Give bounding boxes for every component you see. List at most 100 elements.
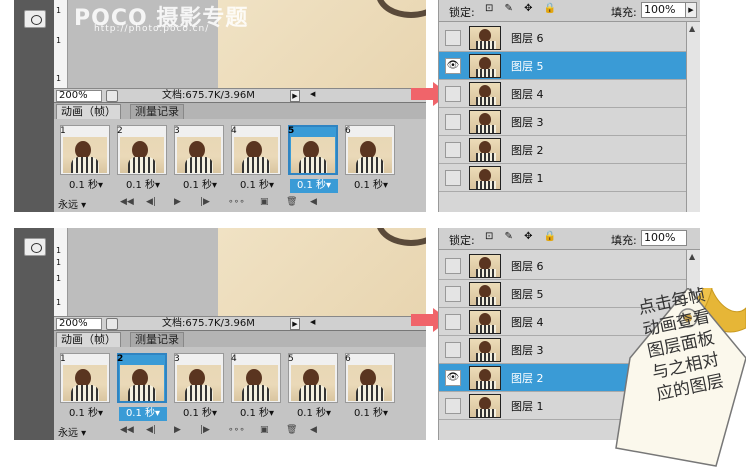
animation-frame[interactable]: 6 0.1 秒▾: [343, 125, 398, 193]
frame-thumbnail[interactable]: [63, 365, 107, 401]
layer-thumbnail: [469, 282, 501, 306]
animation-frame[interactable]: 1 0.1 秒▾: [58, 125, 113, 193]
scroll-left-icon[interactable]: ◀: [310, 90, 315, 98]
frame-delay-select[interactable]: 0.1 秒▾: [233, 407, 281, 421]
eye-icon[interactable]: [445, 314, 461, 330]
frame-delay-select[interactable]: 0.1 秒▾: [347, 407, 395, 421]
layer-row[interactable]: 图层 1: [439, 164, 687, 192]
eye-icon[interactable]: [445, 170, 461, 186]
prev-frame-icon[interactable]: ◀|: [146, 425, 156, 435]
doc-info: 文档:675.7K/3.96M: [162, 90, 255, 101]
animation-frame[interactable]: 3 0.1 秒▾: [172, 353, 227, 421]
zoom-icon[interactable]: [106, 90, 118, 102]
tween-icon[interactable]: ∘∘∘: [228, 197, 245, 207]
frame-thumbnail[interactable]: [348, 365, 392, 401]
tab-animation[interactable]: 动画（帧）: [56, 332, 121, 347]
fill-input[interactable]: 100%: [641, 230, 687, 246]
frame-thumbnail[interactable]: [291, 365, 335, 401]
status-play-icon[interactable]: ▶: [290, 318, 300, 330]
layer-row[interactable]: 图层 4: [439, 80, 687, 108]
frame-thumbnail[interactable]: [348, 137, 392, 173]
eye-icon[interactable]: [445, 86, 461, 102]
frame-thumbnail[interactable]: [120, 137, 164, 173]
animation-frame[interactable]: 2 0.1 秒▾: [115, 353, 170, 421]
prev-frame-icon[interactable]: ◀|: [146, 197, 156, 207]
play-icon[interactable]: ▶: [174, 197, 181, 207]
layer-row[interactable]: 图层 6: [439, 24, 687, 52]
trash-icon[interactable]: 🗑: [286, 197, 297, 207]
frame-delay-select[interactable]: 0.1 秒▾: [176, 407, 224, 421]
layer-row[interactable]: 图层 3: [439, 108, 687, 136]
tab-animation[interactable]: 动画（帧）: [56, 104, 121, 119]
layer-name: 图层 3: [511, 116, 544, 129]
camera-icon[interactable]: [24, 238, 46, 256]
eye-icon[interactable]: 👁: [445, 370, 461, 386]
scroll-left-icon[interactable]: ◀: [310, 318, 315, 326]
frame-thumbnail[interactable]: [234, 365, 278, 401]
eye-icon[interactable]: [445, 114, 461, 130]
frame-delay-select[interactable]: 0.1 秒▾: [119, 407, 167, 421]
frame-delay-select[interactable]: 0.1 秒▾: [290, 407, 338, 421]
layers-scrollbar[interactable]: [686, 22, 700, 212]
animation-frame[interactable]: 4 0.1 秒▾: [229, 353, 284, 421]
frame-thumbnail[interactable]: [291, 137, 335, 173]
animation-frame[interactable]: 4 0.1 秒▾: [229, 125, 284, 193]
ruler-mark: 1: [56, 298, 62, 307]
frame-thumbnail[interactable]: [234, 137, 278, 173]
animation-frame[interactable]: 5 0.1 秒▾: [286, 125, 341, 193]
zoom-field[interactable]: 200%: [56, 90, 102, 102]
animation-frame[interactable]: 2 0.1 秒▾: [115, 125, 170, 193]
frame-delay-select[interactable]: 0.1 秒▾: [347, 179, 395, 193]
first-frame-icon[interactable]: ◀◀: [120, 197, 134, 207]
eye-icon[interactable]: [445, 398, 461, 414]
lock-icons[interactable]: ⊡ ✎ ✥ 🔒: [485, 231, 560, 242]
animation-frame[interactable]: 1 0.1 秒▾: [58, 353, 113, 421]
frame-thumbnail[interactable]: [177, 365, 221, 401]
animation-frame[interactable]: 6 0.1 秒▾: [343, 353, 398, 421]
tag-note-text: 点击每帧 动画查看 图层面板 与之相对 应的图层: [616, 280, 746, 410]
loop-select[interactable]: 永远 ▾: [58, 196, 86, 211]
frame-delay-select[interactable]: 0.1 秒▾: [119, 179, 167, 193]
frame-delay-select[interactable]: 0.1 秒▾: [176, 179, 224, 193]
next-frame-icon[interactable]: |▶: [200, 425, 210, 435]
frame-delay-select[interactable]: 0.1 秒▾: [62, 179, 110, 193]
frame-thumbnail[interactable]: [120, 365, 164, 401]
fill-input[interactable]: 100%: [641, 2, 687, 18]
animation-frame[interactable]: 3 0.1 秒▾: [172, 125, 227, 193]
tab-measure[interactable]: 测量记录: [130, 332, 184, 347]
eye-icon[interactable]: 👁: [445, 58, 461, 74]
layer-row[interactable]: 图层 6: [439, 252, 687, 280]
tween-icon[interactable]: ∘∘∘: [228, 425, 245, 435]
layer-row[interactable]: 👁 图层 5: [439, 52, 687, 80]
first-frame-icon[interactable]: ◀◀: [120, 425, 134, 435]
fill-arrow-icon[interactable]: ▶: [685, 2, 697, 18]
scroll-left-icon[interactable]: ◀: [310, 197, 317, 207]
scroll-left-icon[interactable]: ◀: [310, 425, 317, 435]
eye-icon[interactable]: [445, 30, 461, 46]
next-frame-icon[interactable]: |▶: [200, 197, 210, 207]
frame-thumbnail[interactable]: [177, 137, 221, 173]
status-play-icon[interactable]: ▶: [290, 90, 300, 102]
eye-icon[interactable]: [445, 286, 461, 302]
frame-delay-select[interactable]: 0.1 秒▾: [233, 179, 281, 193]
tab-measure[interactable]: 测量记录: [130, 104, 184, 119]
loop-select[interactable]: 永远 ▾: [58, 424, 86, 439]
frame-delay-select[interactable]: 0.1 秒▾: [290, 179, 338, 193]
eye-icon[interactable]: [445, 142, 461, 158]
layer-name: 图层 6: [511, 260, 544, 273]
eye-icon[interactable]: [445, 258, 461, 274]
frame-thumbnail[interactable]: [63, 137, 107, 173]
animation-frame[interactable]: 5 0.1 秒▾: [286, 353, 341, 421]
vertical-ruler: 1 1 1 1: [54, 228, 68, 316]
frame-delay-select[interactable]: 0.1 秒▾: [62, 407, 110, 421]
zoom-field[interactable]: 200%: [56, 318, 102, 330]
duplicate-frame-icon[interactable]: ▣: [260, 425, 269, 435]
duplicate-frame-icon[interactable]: ▣: [260, 197, 269, 207]
eye-icon[interactable]: [445, 342, 461, 358]
trash-icon[interactable]: 🗑: [286, 425, 297, 435]
zoom-icon[interactable]: [106, 318, 118, 330]
lock-icons[interactable]: ⊡ ✎ ✥ 🔒: [485, 3, 560, 14]
camera-icon[interactable]: [24, 10, 46, 28]
play-icon[interactable]: ▶: [174, 425, 181, 435]
layer-row[interactable]: 图层 2: [439, 136, 687, 164]
